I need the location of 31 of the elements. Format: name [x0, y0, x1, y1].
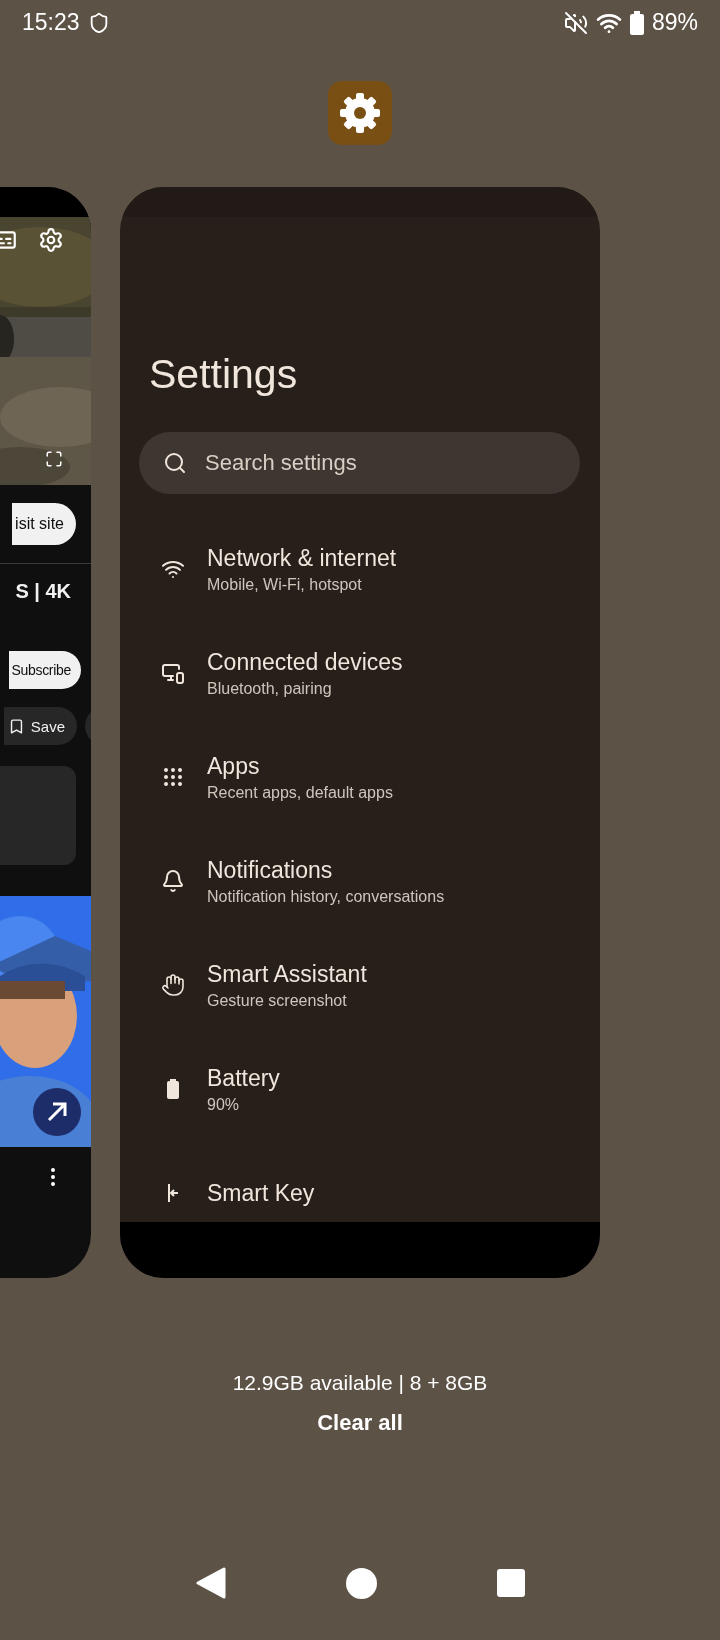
- settings-item[interactable]: Connected devices Bluetooth, pairing: [120, 621, 600, 725]
- save-button[interactable]: Save: [3, 707, 77, 745]
- item-title: Apps: [207, 752, 261, 780]
- item-title: Battery: [207, 1064, 280, 1092]
- memory-info: 12.9GB available | 8 + 8GB: [232, 1371, 488, 1395]
- settings-item[interactable]: Apps Recent apps, default apps: [120, 725, 600, 829]
- settings-item[interactable]: Battery 90%: [120, 1037, 600, 1141]
- settings-item[interactable]: Notifications Notification history, conversations: [120, 829, 600, 933]
- item-title: Network & internet: [207, 544, 397, 572]
- settings-item[interactable]: Smart Assistant Gesture screenshot: [120, 933, 600, 1037]
- item-title: Connected devices: [207, 648, 403, 676]
- visit-site-button[interactable]: isit site: [12, 503, 76, 545]
- search-field[interactable]: Search settings: [139, 432, 580, 494]
- subscribe-button[interactable]: Subscribe: [9, 651, 81, 689]
- settings-title: Settings: [149, 350, 299, 398]
- item-title: Smart Assistant: [207, 960, 367, 988]
- item-subtitle: 90%: [207, 1095, 241, 1114]
- item-title: Smart Key: [207, 1179, 315, 1207]
- item-subtitle: Gesture screenshot: [207, 991, 348, 1010]
- battery-percent: 89%: [651, 9, 698, 36]
- item-subtitle: Recent apps, default apps: [207, 783, 393, 802]
- video-title: S | 4K: [15, 580, 71, 603]
- clock: 15:23: [22, 9, 80, 36]
- item-subtitle: Mobile, Wi-Fi, hotspot: [207, 575, 363, 594]
- video-app-card[interactable]: isit site S | 4K Subscribe Save: [0, 187, 91, 1278]
- settings-item[interactable]: Network & internet Mobile, Wi-Fi, hotspot: [120, 517, 600, 621]
- clear-all-button[interactable]: Clear all: [311, 1409, 409, 1437]
- item-subtitle: Bluetooth, pairing: [207, 679, 333, 698]
- item-subtitle: Notification history, conversations: [207, 887, 445, 906]
- settings-item[interactable]: Smart Key: [120, 1141, 600, 1222]
- item-title: Notifications: [207, 856, 334, 884]
